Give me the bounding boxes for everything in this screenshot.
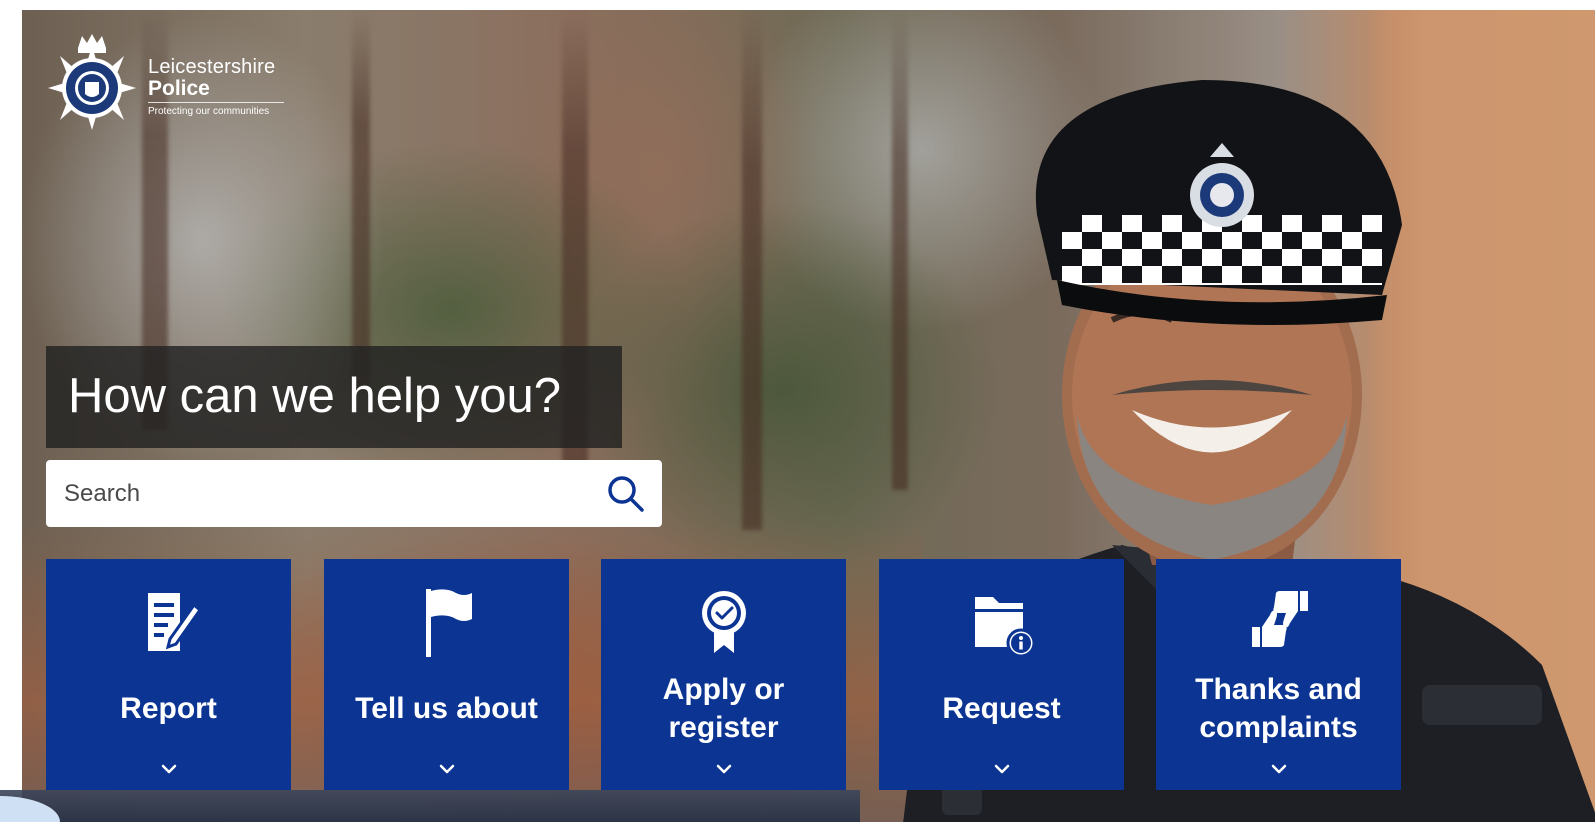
site-logo[interactable]: Leicestershire Police Protecting our com… [46,32,286,132]
search-button[interactable] [604,472,648,516]
police-badge-icon [48,34,136,130]
tile-label: Tell us about [355,692,538,725]
flag-icon [425,589,472,657]
tile-thanks-and-complaints[interactable]: Thanks and complaints [1156,559,1401,790]
folder-info-icon [974,597,1035,657]
thumbs-up-down-icon [1251,591,1308,647]
tile-report[interactable]: Report [46,559,291,790]
chevron-down-icon [439,764,454,774]
tile-tell-us-about[interactable]: Tell us about [324,559,569,790]
page-title: How can we help you? [68,369,562,423]
logo-divider [148,102,284,103]
tile-apply-or-register[interactable]: Apply or register [601,559,846,790]
logo-text: Leicestershire Police Protecting our com… [148,56,284,118]
chevron-down-icon [994,764,1009,774]
logo-name-line2: Police [148,77,210,100]
tile-label: Request [942,692,1061,725]
hero-heading-box: How can we help you? [46,346,622,448]
chevron-down-icon [716,764,731,774]
tile-label: Apply or register [662,673,785,744]
page: Leicestershire Police Protecting our com… [0,0,1595,822]
search-bar [46,460,662,527]
report-form-icon [147,593,202,651]
chevron-down-icon [1271,764,1286,774]
tile-label: Thanks and complaints [1195,673,1362,744]
tile-label: Report [120,692,217,725]
search-icon [608,476,644,512]
hero-bottom-edge [0,790,860,822]
service-tiles: Report Tell us about Apply or register R… [46,559,1402,790]
tile-request[interactable]: Request [879,559,1124,790]
logo-tagline: Protecting our communities [148,106,270,117]
award-ribbon-icon [701,591,746,653]
chevron-down-icon [161,764,176,774]
search-input[interactable] [46,460,586,527]
logo-name-line1: Leicestershire [148,56,276,78]
